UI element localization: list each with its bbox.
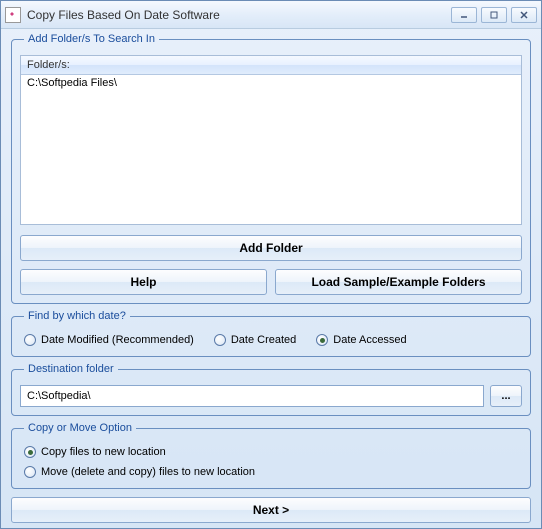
content-area: Add Folder/s To Search In Folder/s: C:\S… <box>1 29 541 529</box>
folder-list-item[interactable]: C:\Softpedia Files\ <box>27 77 515 89</box>
copymove-radio-stack: Copy files to new location Move (delete … <box>20 444 522 480</box>
group-copy-move-legend: Copy or Move Option <box>24 422 136 434</box>
radio-label: Move (delete and copy) files to new loca… <box>41 466 255 478</box>
window-title: Copy Files Based On Date Software <box>27 8 451 22</box>
radio-icon <box>24 334 36 346</box>
folder-list-items: C:\Softpedia Files\ <box>21 75 521 91</box>
radio-icon <box>24 466 36 478</box>
maximize-button[interactable] <box>481 7 507 23</box>
group-find-date: Find by which date? Date Modified (Recom… <box>11 310 531 357</box>
close-button[interactable] <box>511 7 537 23</box>
add-folder-button[interactable]: Add Folder <box>20 235 522 261</box>
radio-date-accessed[interactable]: Date Accessed <box>316 334 406 346</box>
main-window: Copy Files Based On Date Software Add Fo… <box>0 0 542 529</box>
destination-input[interactable] <box>20 385 484 407</box>
radio-date-created[interactable]: Date Created <box>214 334 296 346</box>
titlebar: Copy Files Based On Date Software <box>1 1 541 29</box>
radio-label: Date Created <box>231 334 296 346</box>
group-find-date-legend: Find by which date? <box>24 310 130 322</box>
browse-button[interactable]: ... <box>490 385 522 407</box>
radio-icon <box>316 334 328 346</box>
help-button[interactable]: Help <box>20 269 267 295</box>
destination-row: ... <box>20 385 522 407</box>
radio-date-modified[interactable]: Date Modified (Recommended) <box>24 334 194 346</box>
radio-label: Date Modified (Recommended) <box>41 334 194 346</box>
radio-label: Date Accessed <box>333 334 406 346</box>
group-add-folders-legend: Add Folder/s To Search In <box>24 33 159 45</box>
radio-move-files[interactable]: Move (delete and copy) files to new loca… <box>24 466 518 478</box>
folder-list-header: Folder/s: <box>21 56 521 75</box>
radio-label: Copy files to new location <box>41 446 166 458</box>
button-row: Help Load Sample/Example Folders <box>20 269 522 295</box>
group-copy-move: Copy or Move Option Copy files to new lo… <box>11 422 531 489</box>
group-destination-legend: Destination folder <box>24 363 118 375</box>
window-controls <box>451 7 537 23</box>
group-add-folders: Add Folder/s To Search In Folder/s: C:\S… <box>11 33 531 304</box>
minimize-button[interactable] <box>451 7 477 23</box>
date-radio-row: Date Modified (Recommended) Date Created… <box>20 332 522 348</box>
radio-icon <box>24 446 36 458</box>
radio-copy-files[interactable]: Copy files to new location <box>24 446 518 458</box>
load-sample-button[interactable]: Load Sample/Example Folders <box>275 269 522 295</box>
radio-icon <box>214 334 226 346</box>
folder-list[interactable]: Folder/s: C:\Softpedia Files\ <box>20 55 522 225</box>
group-destination: Destination folder ... <box>11 363 531 416</box>
app-icon <box>5 7 21 23</box>
next-button[interactable]: Next > <box>11 497 531 523</box>
